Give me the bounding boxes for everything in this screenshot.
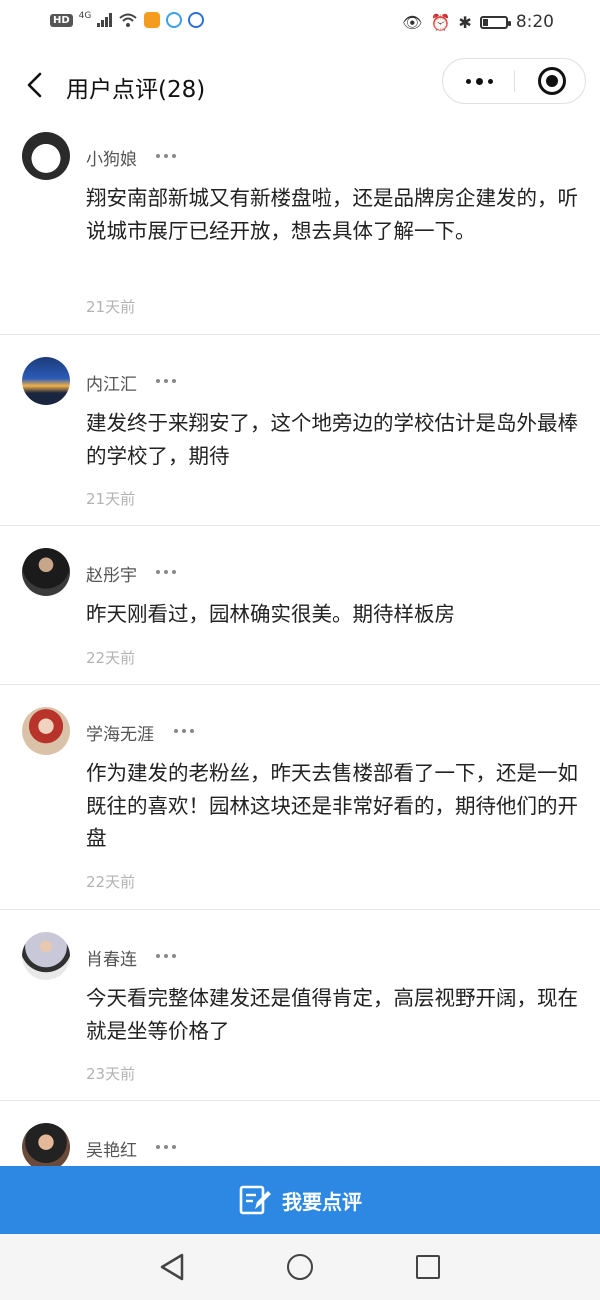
dot-icon <box>475 77 483 85</box>
avatar[interactable] <box>22 932 70 980</box>
avatar[interactable] <box>22 357 70 405</box>
more-options-icon[interactable] <box>174 729 194 733</box>
page-header: 用户点评(28) <box>0 48 600 122</box>
write-review-button[interactable]: 我要点评 <box>0 1166 600 1234</box>
more-options-icon[interactable] <box>156 379 176 383</box>
dot-icon <box>487 78 493 84</box>
baidu-app-icon <box>188 12 205 28</box>
review-text: 今天看完整体建发还是值得肯定，高层视野开阔，现在就是坐等价格了 <box>86 986 578 1043</box>
more-menu-button[interactable] <box>443 59 515 103</box>
review-username[interactable]: 赵彤宇 <box>86 561 137 586</box>
bluetooth-icon: ✱ <box>458 12 472 32</box>
network-type: 4G <box>78 11 92 21</box>
battery-icon <box>479 15 511 29</box>
review-item: 小狗娘 翔安南部新城又有新楼盘啦，还是品牌房企建发的，听说城市展厅已经开放，想去… <box>0 132 600 335</box>
avatar[interactable] <box>22 707 70 755</box>
review-text: 建发终于来翔安了，这个地旁边的学校估计是岛外最棒的学校了，期待 <box>86 411 578 468</box>
edit-icon <box>239 1185 271 1215</box>
review-item: 内江汇 建发终于来翔安了，这个地旁边的学校估计是岛外最棒的学校了，期待 21天前 <box>0 357 600 526</box>
write-review-label: 我要点评 <box>282 1189 362 1214</box>
review-username[interactable]: 吴艳红 <box>86 1136 137 1161</box>
back-arrow-icon[interactable] <box>22 70 52 100</box>
review-time: 22天前 <box>86 873 136 891</box>
review-item: 赵彤宇 昨天刚看过，园林确实很美。期待样板房 22天前 <box>0 548 600 685</box>
wifi-icon <box>119 13 138 27</box>
review-username[interactable]: 肖春连 <box>86 945 137 970</box>
nav-back-icon[interactable] <box>158 1252 186 1282</box>
review-time: 22天前 <box>86 649 136 667</box>
review-item: 肖春连 今天看完整体建发还是值得肯定，高层视野开阔，现在就是坐等价格了 23天前 <box>0 932 600 1101</box>
more-options-icon[interactable] <box>156 1145 176 1149</box>
mini-program-capsule <box>442 58 586 104</box>
system-nav-bar <box>0 1234 600 1300</box>
nav-home-icon[interactable] <box>287 1254 313 1280</box>
avatar[interactable] <box>22 132 70 180</box>
review-time: 23天前 <box>86 1065 136 1083</box>
review-item: 学海无涯 作为建发的老粉丝，昨天去售楼部看了一下，还是一如既往的喜欢！园林这块还… <box>0 707 600 910</box>
more-options-icon[interactable] <box>156 570 176 574</box>
review-text: 昨天刚看过，园林确实很美。期待样板房 <box>86 602 455 626</box>
avatar[interactable] <box>22 548 70 596</box>
status-bar: HD 4G 👁 ⏰ ✱ 8:20 <box>0 0 600 48</box>
hd-badge: HD <box>50 13 73 27</box>
signal-icon <box>97 13 113 27</box>
clock-time: 8:20 <box>515 12 554 32</box>
more-options-icon[interactable] <box>156 154 176 158</box>
page-title: 用户点评(28) <box>66 77 206 103</box>
review-username[interactable]: 小狗娘 <box>86 145 137 170</box>
avatar[interactable] <box>22 1123 70 1171</box>
dot-icon <box>465 78 471 84</box>
more-options-icon[interactable] <box>156 954 176 958</box>
alarm-icon: ⏰ <box>430 12 451 32</box>
review-text: 翔安南部新城又有新楼盘啦，还是品牌房企建发的，听说城市展厅已经开放，想去具体了解… <box>86 186 578 243</box>
eye-icon: 👁 <box>402 12 423 32</box>
capsule-divider <box>514 70 515 92</box>
video-app-icon <box>144 12 161 28</box>
review-time: 21天前 <box>86 298 136 316</box>
review-text: 作为建发的老粉丝，昨天去售楼部看了一下，还是一如既往的喜欢！园林这块还是非常好看… <box>86 761 578 850</box>
close-mini-program-button[interactable] <box>538 67 566 95</box>
nav-recent-apps-icon[interactable] <box>416 1255 440 1279</box>
review-username[interactable]: 学海无涯 <box>86 720 154 745</box>
review-time: 21天前 <box>86 490 136 508</box>
review-username[interactable]: 内江汇 <box>86 370 137 395</box>
browser-app-icon <box>166 12 183 28</box>
